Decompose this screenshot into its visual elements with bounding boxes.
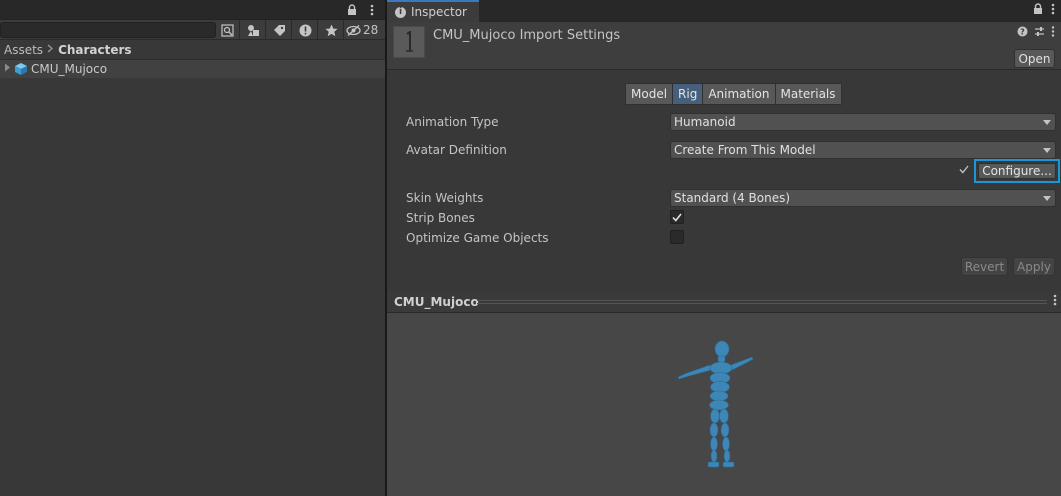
hidden-eye-icon <box>346 24 361 36</box>
preview-viewport[interactable] <box>387 313 1061 496</box>
filter-by-type-icon[interactable] <box>242 21 264 39</box>
list-item-label: CMU_Mujoco <box>31 62 108 76</box>
project-panel: 28 Assets Characters CMU_Mujoco <box>0 0 385 496</box>
inspector-header: CMU_Mujoco Import Settings ? Open <box>387 22 1061 70</box>
chevron-right-icon <box>47 43 54 56</box>
star-icon[interactable] <box>320 21 342 39</box>
skin-weights-value: Standard (4 Bones) <box>674 191 791 205</box>
chevron-down-icon <box>1043 196 1051 201</box>
breadcrumb: Assets Characters <box>0 40 385 60</box>
chevron-down-icon <box>1043 148 1051 153</box>
tab-inspector-label: Inspector <box>411 5 467 19</box>
kebab-menu-icon[interactable] <box>361 1 383 19</box>
inspector-window-controls <box>1033 3 1055 18</box>
svg-text:?: ? <box>1020 28 1025 37</box>
info-icon: i <box>395 6 406 18</box>
humanoid-figure <box>677 340 754 468</box>
help-icon[interactable]: ? <box>1017 26 1028 40</box>
inspector-panel: i Inspector CMU_Mujoco Import Settings ? <box>387 0 1061 496</box>
tab-rig[interactable]: Rig <box>672 83 704 105</box>
animation-type-value: Humanoid <box>674 115 736 129</box>
strip-bones-checkbox[interactable] <box>670 210 684 224</box>
breadcrumb-characters[interactable]: Characters <box>58 43 132 57</box>
chevron-down-icon <box>1043 120 1051 125</box>
optimize-game-objects-checkbox[interactable] <box>670 230 684 244</box>
tab-animation[interactable]: Animation <box>702 83 776 105</box>
skin-weights-dropdown[interactable]: Standard (4 Bones) <box>670 189 1056 207</box>
search-input[interactable] <box>0 22 216 38</box>
header-icons: ? <box>1017 26 1055 40</box>
preview-title: CMU_Mujoco <box>394 294 479 309</box>
drag-handle[interactable] <box>477 300 1047 304</box>
skin-weights-label: Skin Weights <box>406 191 484 205</box>
lock-icon[interactable] <box>341 1 363 19</box>
strip-bones-label: Strip Bones <box>406 211 475 225</box>
hidden-items-toggle[interactable]: 28 <box>346 21 382 39</box>
search-by-type-icon[interactable] <box>216 21 238 39</box>
avatar-definition-dropdown[interactable]: Create From This Model <box>670 141 1056 159</box>
configure-button[interactable]: Configure... <box>978 163 1056 179</box>
page-title: CMU_Mujoco Import Settings <box>433 28 621 43</box>
warning-icon[interactable] <box>294 21 316 39</box>
model-asset-icon <box>393 26 425 58</box>
apply-button[interactable]: Apply <box>1013 257 1055 276</box>
label-icon[interactable] <box>268 21 290 39</box>
list-item[interactable]: CMU_Mujoco <box>0 60 385 78</box>
editor-root: 28 Assets Characters CMU_Mujoco i Inspec… <box>0 0 1061 496</box>
open-button[interactable]: Open <box>1014 49 1055 68</box>
kebab-menu-icon[interactable] <box>1051 3 1055 18</box>
animation-type-label: Animation Type <box>406 115 499 129</box>
project-toolbar: 28 <box>0 20 385 40</box>
import-settings-tabs: Model Rig Animation Materials <box>625 83 842 105</box>
prefab-cube-icon <box>15 63 27 75</box>
optimize-game-objects-label: Optimize Game Objects <box>406 231 549 245</box>
model-preview: CMU_Mujoco <box>387 291 1061 496</box>
animation-type-dropdown[interactable]: Humanoid <box>670 113 1056 131</box>
avatar-definition-value: Create From This Model <box>674 143 816 157</box>
checkmark-icon <box>672 213 682 222</box>
kebab-menu-icon[interactable] <box>1053 294 1057 309</box>
tab-inspector[interactable]: i Inspector <box>387 0 479 22</box>
revert-button[interactable]: Revert <box>961 257 1008 276</box>
project-tab-bar <box>0 0 385 20</box>
avatar-definition-label: Avatar Definition <box>406 143 507 157</box>
configure-highlight: Configure... <box>974 159 1060 183</box>
inspector-tab-bar: i Inspector <box>387 0 1061 22</box>
expand-arrow-icon[interactable] <box>4 63 14 75</box>
settings-sliders-icon[interactable] <box>1034 26 1045 40</box>
lock-icon[interactable] <box>1033 3 1043 18</box>
breadcrumb-assets[interactable]: Assets <box>4 43 43 57</box>
kebab-menu-icon[interactable] <box>1051 26 1055 40</box>
tab-model[interactable]: Model <box>625 83 674 105</box>
hidden-count: 28 <box>363 23 379 37</box>
preview-header[interactable]: CMU_Mujoco <box>387 291 1061 313</box>
checkmark-icon <box>959 164 969 177</box>
tab-materials[interactable]: Materials <box>774 83 842 105</box>
